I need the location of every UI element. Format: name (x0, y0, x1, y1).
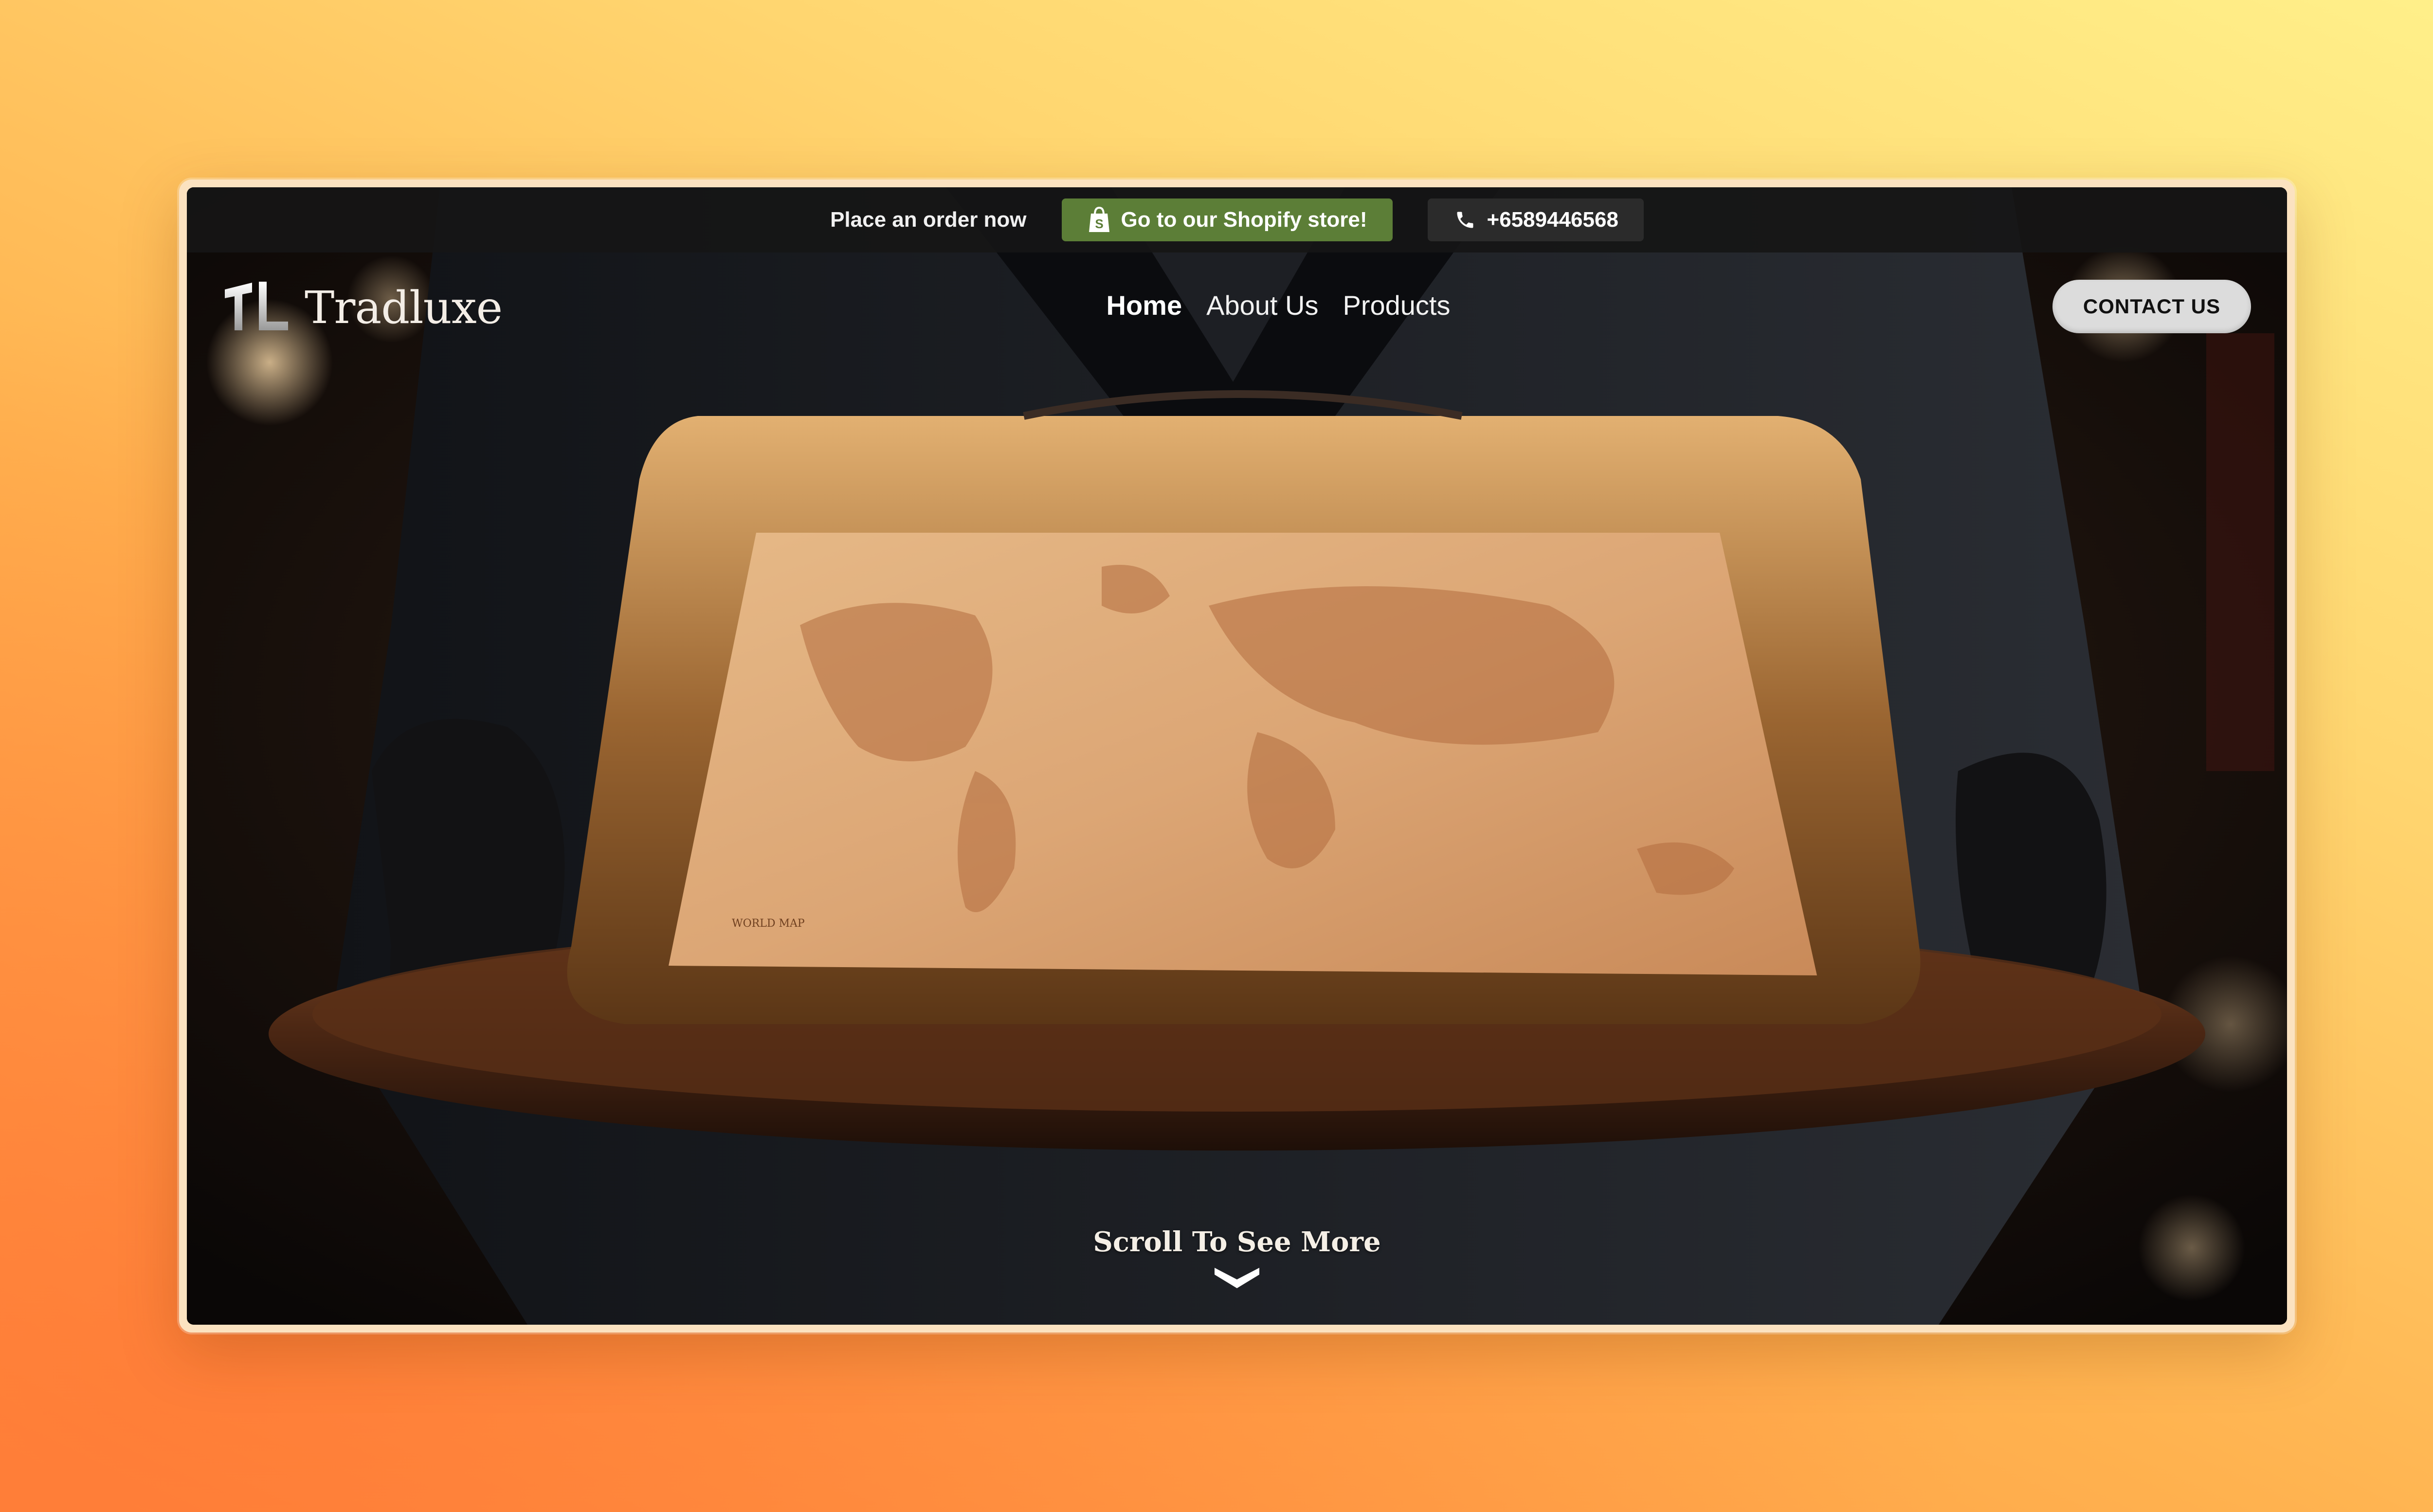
announcement-bar: Place an order now S Go to our Shopify s… (187, 187, 2287, 252)
hero-image: WORLD MAP (187, 187, 2287, 1325)
nav-item-home[interactable]: Home (1107, 289, 1182, 321)
main-navigation: Home About Us Products (187, 289, 2287, 321)
shopify-store-button[interactable]: S Go to our Shopify store! (1061, 198, 1393, 241)
phone-icon (1453, 206, 1477, 234)
nav-item-products[interactable]: Products (1343, 289, 1450, 321)
order-prompt-text: Place an order now (830, 208, 1027, 232)
phone-button[interactable]: +6589446568 (1427, 198, 1644, 241)
website-viewport: WORLD MAP Place an order now S Go to our… (187, 187, 2287, 1325)
scroll-to-see-more-text: Scroll To See More (1093, 1226, 1381, 1258)
browser-frame: WORLD MAP Place an order now S Go to our… (179, 180, 2295, 1332)
chevron-down-icon (1214, 1266, 1260, 1292)
svg-text:S: S (1095, 216, 1103, 231)
shopify-bag-icon: S (1087, 206, 1111, 234)
contact-us-button[interactable]: CONTACT US (2052, 280, 2251, 333)
nav-item-about-us[interactable]: About Us (1206, 289, 1318, 321)
svg-text:WORLD MAP: WORLD MAP (732, 918, 805, 930)
phone-number: +6589446568 (1487, 208, 1618, 232)
shopify-store-label: Go to our Shopify store! (1121, 208, 1367, 232)
scroll-cue[interactable]: Scroll To See More (187, 1226, 2287, 1292)
